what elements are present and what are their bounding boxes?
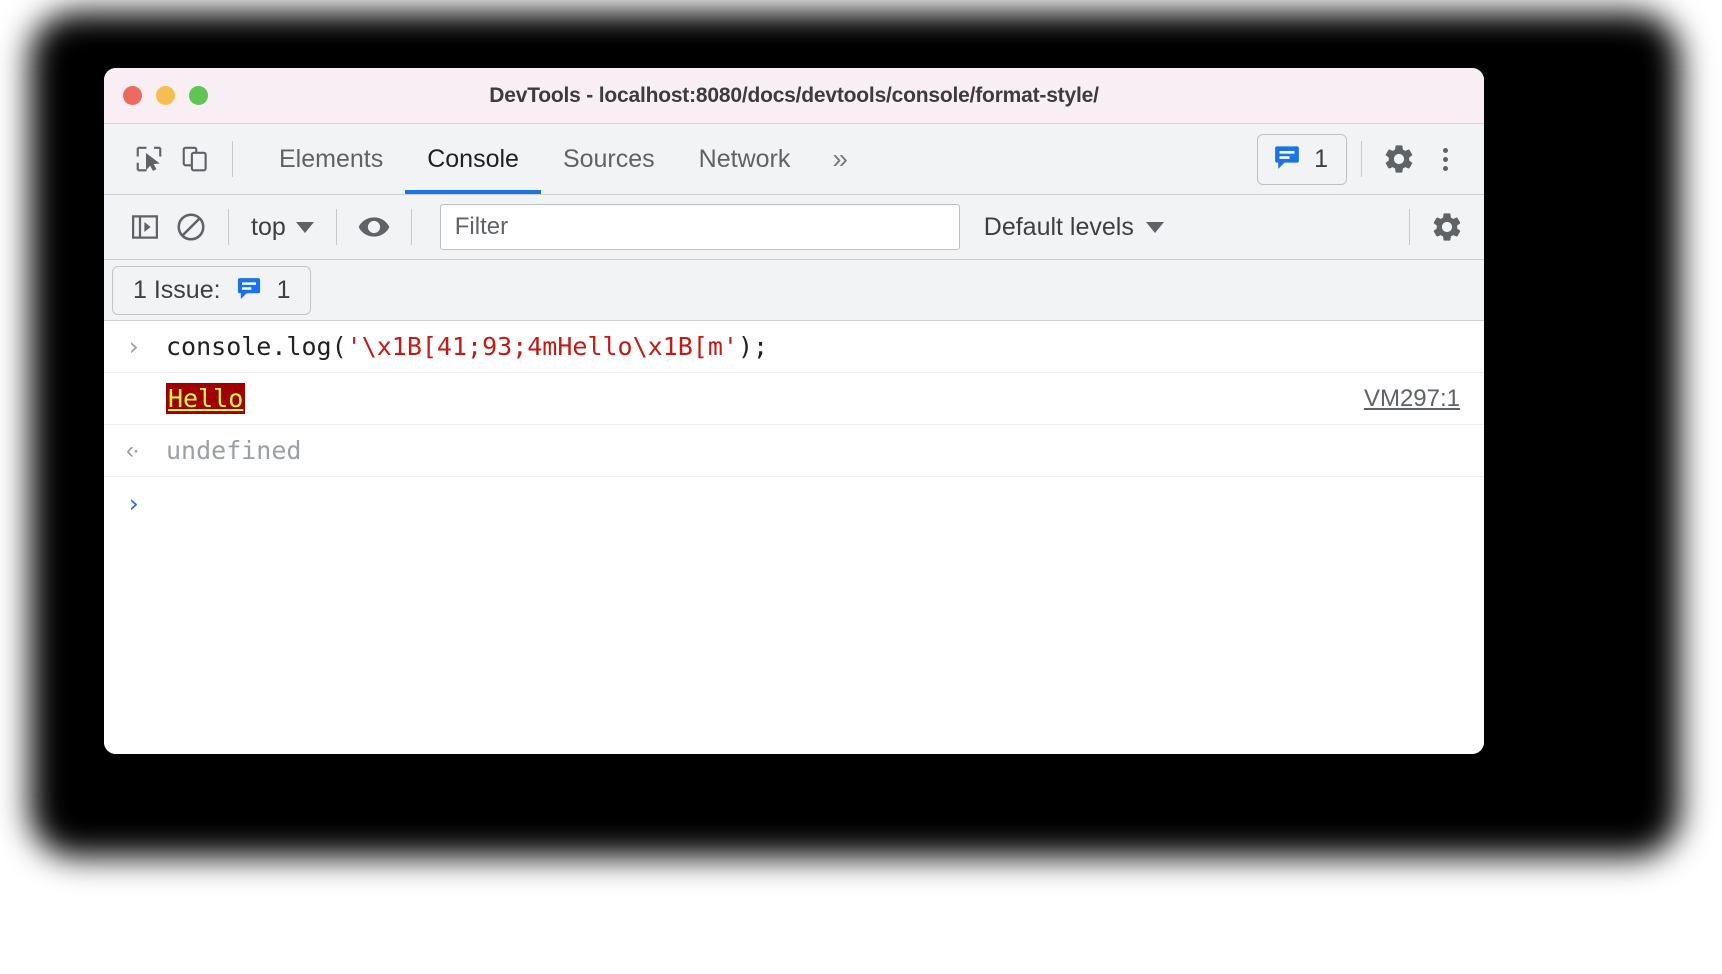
tabbar-divider-right <box>1361 141 1362 177</box>
tab-console[interactable]: Console <box>405 124 541 194</box>
issue-summary-label: 1 Issue: <box>133 275 221 304</box>
traffic-lights <box>104 86 208 105</box>
source-location-link[interactable]: VM297:1 <box>1364 385 1460 413</box>
console-toolbar: top Filter Default levels <box>104 195 1484 260</box>
console-toolbar-divider-3 <box>410 209 412 245</box>
execution-context-selector[interactable]: top <box>243 213 322 242</box>
new-prompt-arrow-icon: › <box>126 488 142 518</box>
inspect-element-icon[interactable] <box>126 136 172 182</box>
gear-icon[interactable] <box>1424 204 1470 250</box>
maximize-window-button[interactable] <box>189 86 208 105</box>
console-input-row[interactable]: › console.log('\x1B[41;93;4mHello\x1B[m'… <box>104 321 1484 373</box>
log-level-selector[interactable]: Default levels <box>984 213 1164 242</box>
issue-summary-count: 1 <box>276 275 291 304</box>
toolbar-divider <box>232 141 233 177</box>
issues-message-icon <box>1272 142 1302 177</box>
close-window-button[interactable] <box>123 86 142 105</box>
code-suffix: ); <box>737 332 769 361</box>
tab-console-label: Console <box>427 144 519 173</box>
console-toolbar-divider-1 <box>228 209 229 245</box>
panel-tabs: Elements Console Sources Network » <box>257 124 864 194</box>
tab-elements-label: Elements <box>279 144 384 173</box>
minimize-window-button[interactable] <box>156 86 175 105</box>
console-new-prompt-row[interactable]: › <box>104 477 1484 529</box>
filter-placeholder: Filter <box>454 213 509 240</box>
return-arrow-icon: ‹· <box>126 436 140 464</box>
code-string-literal: '\x1B[41;93;4mHello\x1B[m' <box>346 332 738 361</box>
screenshot-canvas: DevTools - localhost:8080/docs/devtools/… <box>0 0 1722 974</box>
execution-context-value: top <box>251 212 286 241</box>
console-result-value: undefined <box>166 436 302 465</box>
console-toolbar-divider-4 <box>1409 209 1410 245</box>
eye-icon[interactable] <box>351 204 397 250</box>
code-prefix: console.log( <box>166 332 347 361</box>
console-message-list: › console.log('\x1B[41;93;4mHello\x1B[m'… <box>104 321 1484 754</box>
console-output-row: Hello VM297:1 <box>104 373 1484 425</box>
chevron-down-icon <box>1145 221 1164 233</box>
issues-badge-button[interactable]: 1 <box>1257 133 1347 185</box>
devtools-window: DevTools - localhost:8080/docs/devtools/… <box>104 68 1484 754</box>
tab-elements[interactable]: Elements <box>257 124 405 194</box>
issues-count: 1 <box>1314 144 1328 173</box>
console-input-code: console.log('\x1B[41;93;4mHello\x1B[m'); <box>166 332 768 361</box>
tab-network-label: Network <box>698 144 791 173</box>
issue-summary-button[interactable]: 1 Issue: 1 <box>112 265 312 315</box>
chevron-down-icon <box>295 221 314 233</box>
tab-network[interactable]: Network <box>677 124 813 194</box>
log-level-value: Default levels <box>983 212 1134 241</box>
console-output-text: Hello <box>166 383 246 414</box>
tab-sources-label: Sources <box>562 144 655 173</box>
window-title: DevTools - localhost:8080/docs/devtools/… <box>489 83 1099 107</box>
window-title-bar: DevTools - localhost:8080/docs/devtools/… <box>104 68 1484 124</box>
gear-icon[interactable] <box>1376 136 1422 182</box>
filter-input[interactable]: Filter <box>439 204 960 250</box>
prompt-arrow-icon: › <box>126 332 142 361</box>
console-result-row: ‹· undefined <box>104 425 1484 477</box>
devtools-tab-bar: Elements Console Sources Network » 1 <box>104 124 1484 195</box>
kebab-menu-icon[interactable] <box>1422 136 1468 182</box>
tab-sources[interactable]: Sources <box>541 124 677 194</box>
clear-console-icon[interactable] <box>168 204 214 250</box>
device-toolbar-icon[interactable] <box>172 136 218 182</box>
issues-message-icon <box>235 274 263 307</box>
console-toolbar-divider-2 <box>335 209 337 245</box>
issues-summary-bar: 1 Issue: 1 <box>104 260 1484 321</box>
more-tabs-button[interactable]: » <box>812 124 864 194</box>
console-sidebar-icon[interactable] <box>122 204 168 250</box>
